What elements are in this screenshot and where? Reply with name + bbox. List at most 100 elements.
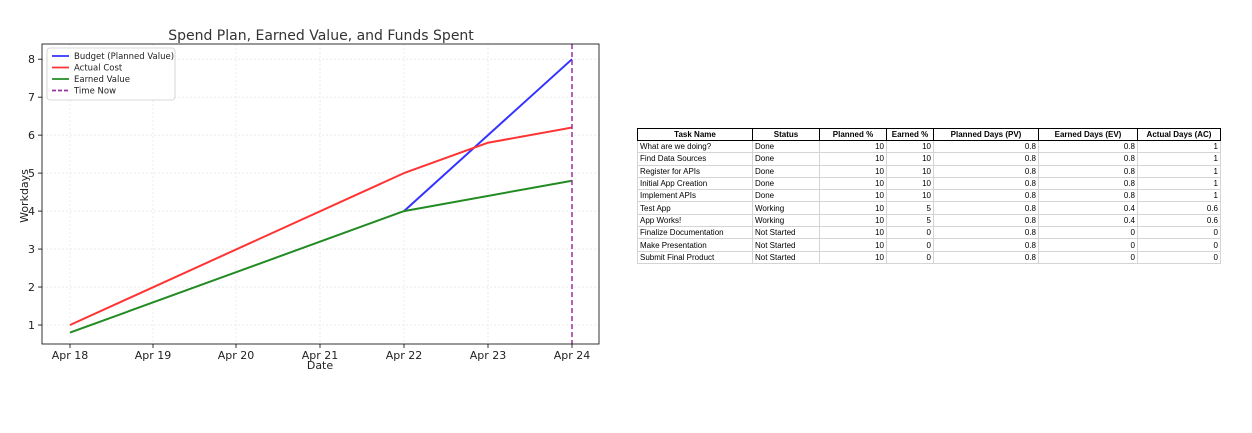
cell-task-name: What are we doing? xyxy=(637,140,753,154)
cell-planned-days: 0.8 xyxy=(933,226,1039,240)
cell-task-name: App Works! xyxy=(637,214,753,228)
cell-planned-days: 0.8 xyxy=(933,189,1039,203)
cell-earned-pct: 10 xyxy=(886,189,934,203)
cell-actual-days: 0 xyxy=(1137,226,1221,240)
cell-planned-pct: 10 xyxy=(819,140,887,154)
cell-earned-days: 0 xyxy=(1038,226,1138,240)
table-row: Find Data Sources Done 10 10 0.8 0.8 1 xyxy=(637,152,1221,166)
cell-task-name: Register for APIs xyxy=(637,165,753,178)
cell-planned-pct: 10 xyxy=(819,152,887,166)
col-header-status: Status xyxy=(752,128,820,141)
cell-status: Not Started xyxy=(752,251,820,264)
cell-earned-pct: 0 xyxy=(886,251,934,264)
y-tick-label: 3 xyxy=(28,243,35,256)
cell-planned-pct: 10 xyxy=(819,214,887,228)
cell-earned-days: 0.8 xyxy=(1038,189,1138,203)
cell-task-name: Test App xyxy=(637,201,753,215)
y-tick-label: 8 xyxy=(28,53,35,66)
legend-label: Time Now xyxy=(73,87,116,97)
cell-planned-pct: 10 xyxy=(819,165,887,178)
table-row: Submit Final Product Not Started 10 0 0.8 0 0 xyxy=(637,251,1221,264)
table-row: What are we doing? Done 10 10 0.8 0.8 1 xyxy=(637,140,1221,154)
cell-earned-pct: 10 xyxy=(886,165,934,178)
table-row: Register for APIs Done 10 10 0.8 0.8 1 xyxy=(637,165,1221,178)
x-tick-label: Apr 24 xyxy=(554,349,591,362)
cell-actual-days: 0 xyxy=(1137,238,1221,252)
cell-actual-days: 1 xyxy=(1137,152,1221,166)
x-tick-label: Apr 22 xyxy=(386,349,423,362)
cell-earned-days: 0.8 xyxy=(1038,177,1138,191)
cell-earned-days: 0.8 xyxy=(1038,152,1138,166)
cell-planned-pct: 10 xyxy=(819,177,887,191)
cell-actual-days: 0.6 xyxy=(1137,201,1221,215)
x-tick-label: Apr 23 xyxy=(470,349,507,362)
legend-label: Actual Cost xyxy=(74,64,123,74)
cell-planned-days: 0.8 xyxy=(933,152,1039,166)
cell-task-name: Finalize Documentation xyxy=(637,226,753,240)
cell-status: Not Started xyxy=(752,226,820,240)
col-header-planned-days: Planned Days (PV) xyxy=(933,128,1039,141)
cell-task-name: Initial App Creation xyxy=(637,177,753,191)
cell-earned-pct: 0 xyxy=(886,226,934,240)
y-axis-title: Workdays xyxy=(18,169,31,223)
cell-planned-days: 0.8 xyxy=(933,238,1039,252)
cell-task-name: Make Presentation xyxy=(637,238,753,252)
cell-planned-pct: 10 xyxy=(819,226,887,240)
cell-status: Done xyxy=(752,165,820,178)
cell-planned-days: 0.8 xyxy=(933,165,1039,178)
cell-status: Done xyxy=(752,189,820,203)
cell-planned-days: 0.8 xyxy=(933,251,1039,264)
table-row: App Works! Working 10 5 0.8 0.4 0.6 xyxy=(637,214,1221,228)
table-row: Initial App Creation Done 10 10 0.8 0.8 1 xyxy=(637,177,1221,191)
cell-status: Done xyxy=(752,140,820,154)
cell-earned-pct: 5 xyxy=(886,201,934,215)
cell-status: Done xyxy=(752,152,820,166)
x-tick-label: Apr 20 xyxy=(218,349,255,362)
table-row: Finalize Documentation Not Started 10 0 0.8 0… xyxy=(637,226,1221,240)
cell-actual-days: 1 xyxy=(1137,177,1221,191)
cell-earned-pct: 0 xyxy=(886,238,934,252)
cell-earned-pct: 10 xyxy=(886,177,934,191)
y-tick-label: 7 xyxy=(28,91,35,104)
cell-planned-days: 0.8 xyxy=(933,140,1039,154)
y-tick-label: 1 xyxy=(28,319,35,332)
cell-actual-days: 0.6 xyxy=(1137,214,1221,228)
cell-earned-days: 0 xyxy=(1038,251,1138,264)
cell-status: Not Started xyxy=(752,238,820,252)
cell-planned-days: 0.8 xyxy=(933,201,1039,215)
x-tick-label: Apr 19 xyxy=(135,349,172,362)
y-tick-label: 6 xyxy=(28,129,35,142)
cell-task-name: Find Data Sources xyxy=(637,152,753,166)
cell-earned-days: 0.4 xyxy=(1038,214,1138,228)
evm-line-chart: Spend Plan, Earned Value, and Funds Spen… xyxy=(0,0,620,433)
x-axis-title: Date xyxy=(307,359,334,372)
cell-status: Working xyxy=(752,214,820,228)
cell-earned-days: 0.8 xyxy=(1038,140,1138,154)
cell-task-name: Implement APIs xyxy=(637,189,753,203)
table-row: Make Presentation Not Started 10 0 0.8 0 0 xyxy=(637,238,1221,252)
cell-planned-days: 0.8 xyxy=(933,177,1039,191)
cell-planned-pct: 10 xyxy=(819,238,887,252)
cell-actual-days: 0 xyxy=(1137,251,1221,264)
legend: Budget (Planned Value) Actual CostEarned … xyxy=(46,47,176,101)
col-header-task-name: Task Name xyxy=(637,128,753,141)
cell-actual-days: 1 xyxy=(1137,189,1221,203)
cell-planned-days: 0.8 xyxy=(933,214,1039,228)
cell-earned-pct: 10 xyxy=(886,152,934,166)
cell-earned-pct: 10 xyxy=(886,140,934,154)
cell-earned-pct: 5 xyxy=(886,214,934,228)
task-table: Task Name Status Planned % Earned % Plan… xyxy=(637,128,1221,264)
cell-earned-days: 0.4 xyxy=(1038,201,1138,215)
cell-earned-days: 0 xyxy=(1038,238,1138,252)
cell-planned-pct: 10 xyxy=(819,189,887,203)
col-header-earned-pct: Earned % xyxy=(886,128,934,141)
task-table-container: Task Name Status Planned % Earned % Plan… xyxy=(637,128,1221,264)
col-header-actual-days: Actual Days (AC) xyxy=(1137,128,1221,141)
legend-label: Earned Value xyxy=(74,75,130,85)
x-tick-label: Apr 18 xyxy=(52,349,89,362)
cell-actual-days: 1 xyxy=(1137,140,1221,154)
cell-earned-days: 0.8 xyxy=(1038,165,1138,178)
table-row: Implement APIs Done 10 10 0.8 0.8 1 xyxy=(637,189,1221,203)
y-tick-label: 2 xyxy=(28,281,35,294)
table-row: Test App Working 10 5 0.8 0.4 0.6 xyxy=(637,201,1221,215)
